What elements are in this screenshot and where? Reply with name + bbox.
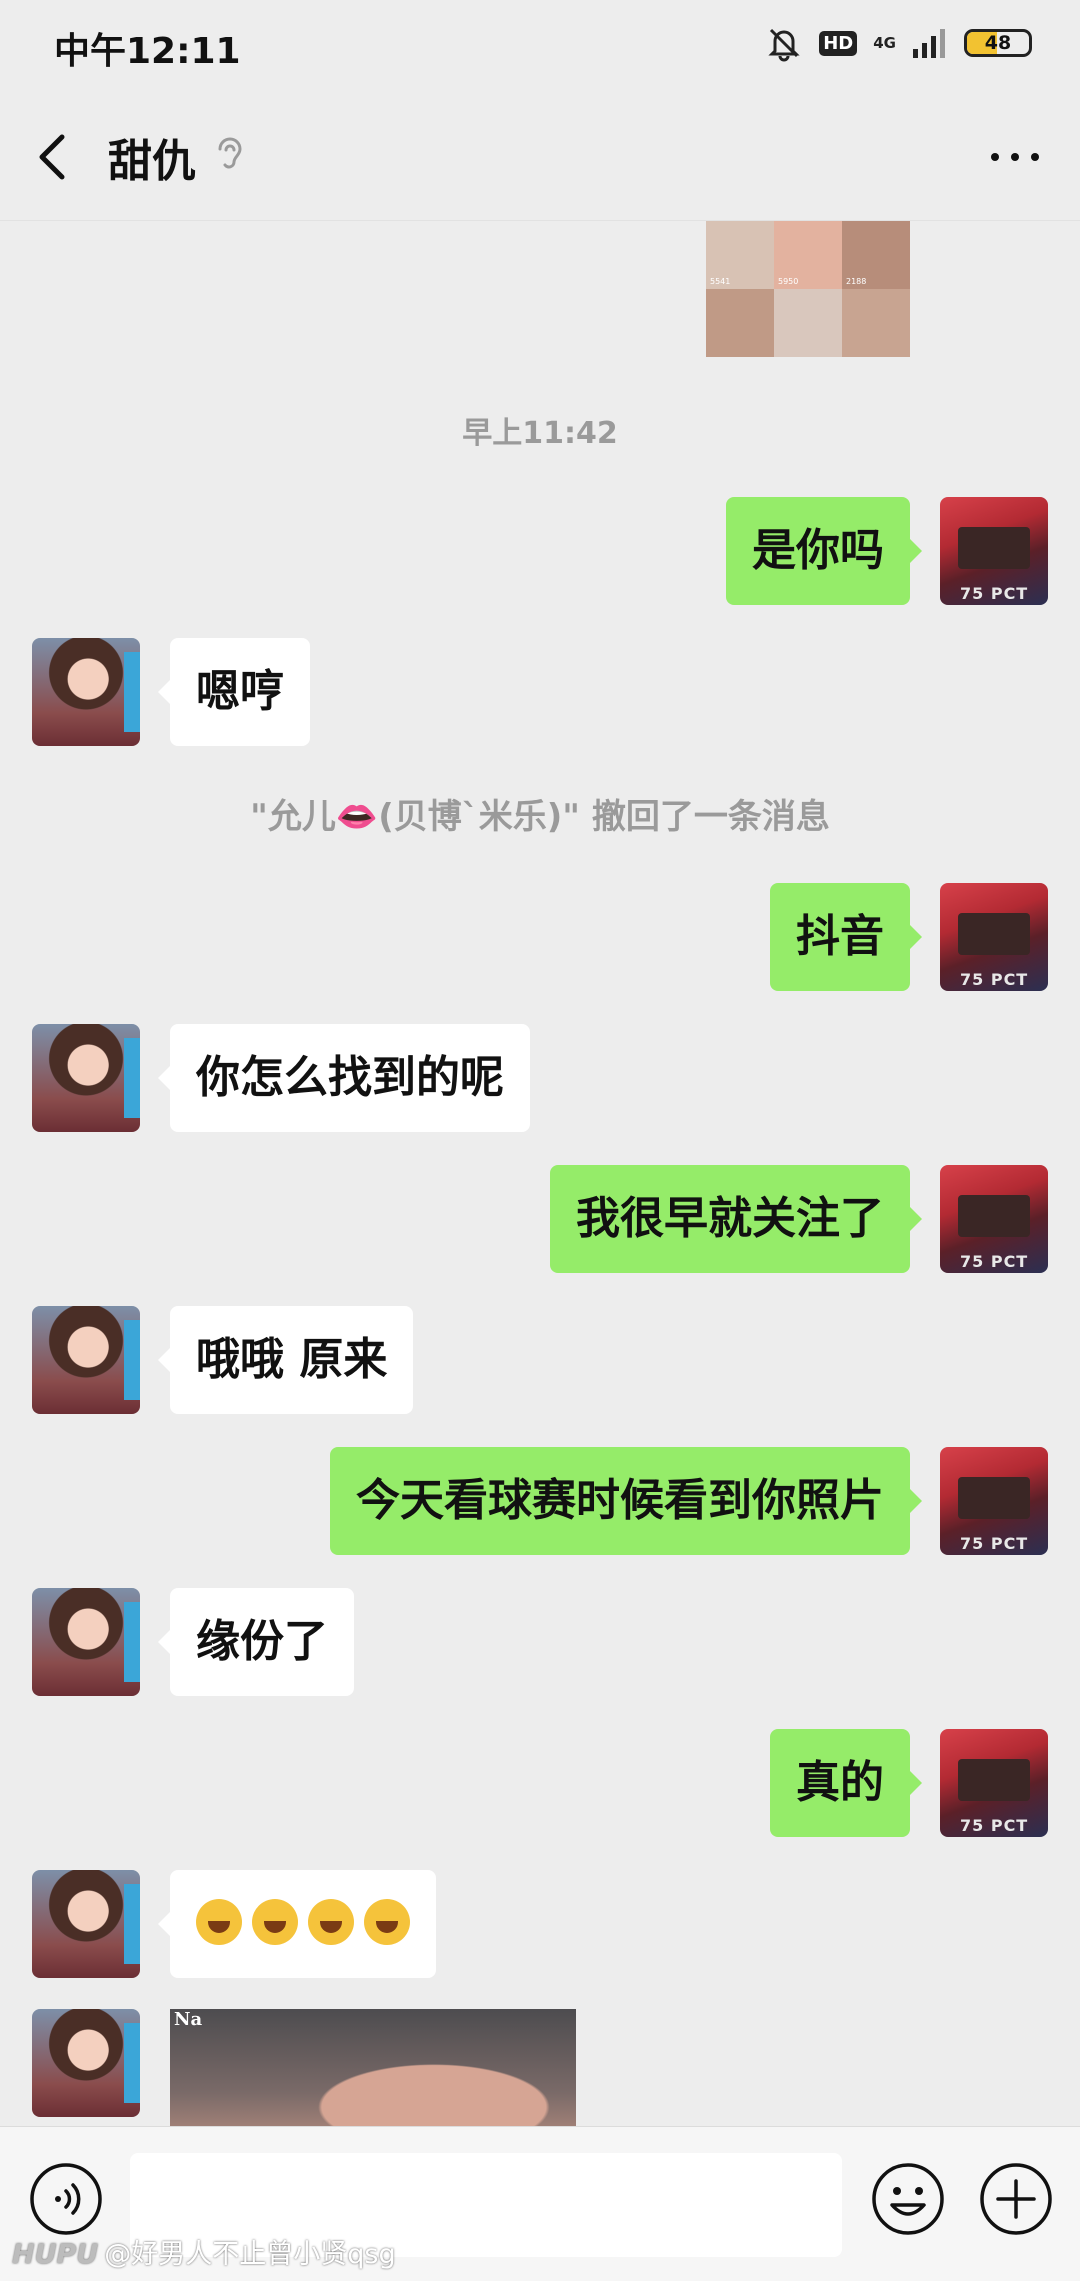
outgoing-message[interactable]: 抖音 xyxy=(770,883,922,991)
signal-icon xyxy=(913,29,945,58)
contact-avatar[interactable] xyxy=(32,1024,140,1132)
incoming-message[interactable]: 嗯哼 xyxy=(158,638,310,746)
chat-header: 甜仇 xyxy=(0,95,1080,221)
my-avatar[interactable]: 75 PCT xyxy=(940,1165,1048,1273)
earpiece-mode-icon xyxy=(218,137,242,169)
contact-avatar[interactable] xyxy=(32,2009,140,2117)
mute-bell-icon xyxy=(768,28,800,62)
my-avatar[interactable]: 75 PCT xyxy=(940,1729,1048,1837)
chat-title: 甜仇 xyxy=(108,136,196,187)
incoming-photo[interactable]: Na xyxy=(170,2009,576,2126)
smile-icon[interactable] xyxy=(870,2161,946,2237)
incoming-emoji-message[interactable] xyxy=(158,1870,436,1978)
recall-notice: "允儿👄(贝博`米乐)" 撤回了一条消息 xyxy=(250,797,830,837)
rofl-emoji-icon xyxy=(364,1899,410,1945)
battery-icon: 48 xyxy=(964,29,1032,57)
contact-avatar[interactable] xyxy=(32,1870,140,1978)
rofl-emoji-icon xyxy=(252,1899,298,1945)
message-list[interactable]: 5541 5950 2188 早上11:42 是你吗 75 PCT 嗯哼 "允儿… xyxy=(0,221,1080,2126)
contact-avatar[interactable] xyxy=(32,1588,140,1696)
outgoing-message[interactable]: 是你吗 xyxy=(726,497,922,605)
plus-icon[interactable] xyxy=(978,2161,1054,2237)
contact-avatar[interactable] xyxy=(32,1306,140,1414)
outgoing-message[interactable]: 今天看球赛时候看到你照片 xyxy=(330,1447,922,1555)
incoming-message[interactable]: 缘份了 xyxy=(158,1588,354,1696)
status-time: 中午12:11 xyxy=(54,31,241,72)
watermark: HUPU @好男人不止曾小贤qsg xyxy=(12,2232,396,2271)
incoming-message[interactable]: 你怎么找到的呢 xyxy=(158,1024,530,1132)
status-bar: 中午12:11 HD 4G 48 xyxy=(0,0,1080,95)
rofl-emoji-icon xyxy=(196,1899,242,1945)
watermark-text: @好男人不止曾小贤qsg xyxy=(104,2239,396,2270)
my-avatar[interactable]: 75 PCT xyxy=(940,883,1048,991)
outgoing-message[interactable]: 真的 xyxy=(770,1729,922,1837)
back-arrow-icon[interactable] xyxy=(28,117,78,197)
thumb-views: 2188 xyxy=(846,277,867,286)
shared-image-collage[interactable]: 5541 5950 2188 xyxy=(706,221,910,357)
hd-badge: HD xyxy=(819,30,858,56)
incoming-message[interactable]: 哦哦 原来 xyxy=(157,1306,414,1414)
contact-avatar[interactable] xyxy=(32,638,140,746)
battery-level: 48 xyxy=(984,32,1012,54)
voice-icon[interactable] xyxy=(28,2161,104,2237)
more-options-icon[interactable] xyxy=(980,125,1050,189)
thumb-views: 5541 xyxy=(710,277,731,286)
watermark-brand: HUPU xyxy=(12,2239,99,2270)
rofl-emoji-icon xyxy=(308,1899,354,1945)
photo-label: Na xyxy=(174,2009,203,2030)
my-avatar[interactable]: 75 PCT xyxy=(940,497,1048,605)
network-label: 4G xyxy=(873,33,896,52)
message-timestamp: 早上11:42 xyxy=(462,416,618,451)
outgoing-message[interactable]: 我很早就关注了 xyxy=(550,1165,922,1273)
my-avatar[interactable]: 75 PCT xyxy=(940,1447,1048,1555)
thumb-views: 5950 xyxy=(778,277,799,286)
